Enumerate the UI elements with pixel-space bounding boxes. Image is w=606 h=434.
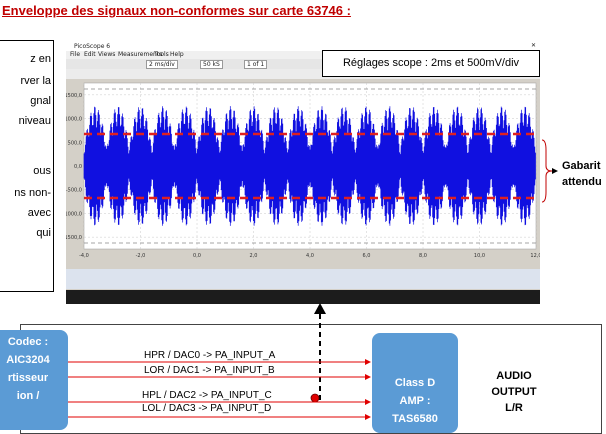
y-tick-label: 0,0 bbox=[74, 164, 82, 170]
gabarit-brace bbox=[541, 139, 558, 203]
codec-block: Codec : AIC3204 rtisseur ion / bbox=[0, 330, 68, 430]
y-tick-label: 1000,0 bbox=[66, 117, 82, 123]
signal-label: HPR / DAC0 -> PA_INPUT_A bbox=[144, 350, 276, 361]
y-tick-label: 500,0 bbox=[68, 140, 82, 146]
close-icon[interactable]: ✕ bbox=[531, 43, 536, 49]
x-tick-label: -2,0 bbox=[136, 253, 146, 259]
left-text-line: ous bbox=[33, 165, 51, 177]
x-tick-label: 6,0 bbox=[363, 253, 371, 259]
y-tick-label: 1500,0 bbox=[66, 93, 82, 99]
x-tick-label: 0,0 bbox=[193, 253, 201, 259]
scope-plot: 1500,0 1000,0 500,0 0,0 -500,0 -1000,0 -1500,0… bbox=[66, 82, 540, 259]
x-tick-label: 8,0 bbox=[419, 253, 427, 259]
audio-line: AUDIO bbox=[496, 370, 532, 382]
x-tick-label: 4,0 bbox=[306, 253, 314, 259]
menu-views[interactable]: Views bbox=[98, 51, 115, 58]
left-text-line: avec bbox=[27, 207, 51, 219]
signal-label: LOR / DAC1 -> PA_INPUT_B bbox=[144, 365, 275, 376]
class-d-amp-block: Class D AMP : TAS6580 bbox=[372, 333, 458, 433]
menu-file[interactable]: File bbox=[70, 51, 80, 58]
samples-select[interactable]: 50 kS bbox=[200, 60, 223, 69]
left-text-line: qui bbox=[36, 227, 51, 239]
audio-line: OUTPUT bbox=[491, 386, 537, 398]
classd-line: TAS6580 bbox=[392, 413, 438, 425]
scope-settings-note: Réglages scope : 2ms et 500mV/div bbox=[322, 50, 540, 77]
y-tick-label: -500,0 bbox=[66, 188, 82, 194]
x-tick-label: -4,0 bbox=[79, 253, 89, 259]
left-text-box: z en rver la gnal niveau ous ns non- ave… bbox=[0, 40, 54, 292]
scope-window-title: PicoScope 6 bbox=[74, 43, 111, 50]
signal-label: HPL / DAC2 -> PA_INPUT_C bbox=[142, 390, 272, 401]
y-tick-label: -1000,0 bbox=[66, 211, 82, 217]
y-tick-label: -1500,0 bbox=[66, 235, 82, 241]
classd-line: Class D bbox=[394, 377, 436, 389]
x-tick-label: 12,0 bbox=[530, 253, 540, 259]
measurements-table bbox=[66, 269, 540, 289]
menu-edit[interactable]: Edit bbox=[84, 51, 96, 58]
left-text-line: gnal bbox=[30, 95, 51, 107]
x-tick-label: 10,0 bbox=[474, 253, 485, 259]
left-text-line: ns non- bbox=[14, 187, 51, 199]
codec-line: AIC3204 bbox=[6, 354, 50, 366]
gabarit-line: Gabarit bbox=[562, 160, 601, 172]
audio-output-label: AUDIO OUTPUT L/R bbox=[484, 368, 544, 416]
menu-tools[interactable]: Tools bbox=[154, 51, 169, 58]
page-title: Enveloppe des signaux non-conformes sur … bbox=[2, 3, 351, 18]
codec-line: ion / bbox=[16, 390, 40, 402]
timebase-select[interactable]: 2 ms/div bbox=[146, 60, 178, 69]
left-text-line: rver la bbox=[20, 75, 51, 87]
codec-line: rtisseur bbox=[7, 372, 49, 384]
classd-line: AMP : bbox=[399, 395, 431, 407]
gabarit-line: attendu bbox=[562, 176, 602, 188]
left-text-line: z en bbox=[30, 53, 51, 65]
left-text-line: niveau bbox=[18, 115, 51, 127]
picoscope-screenshot: PicoScope 6 ✕ File Edit Views Measuremen… bbox=[66, 43, 540, 290]
capture-counter[interactable]: 1 of 1 bbox=[244, 60, 268, 69]
gabarit-label: Gabarit attendu bbox=[562, 158, 602, 190]
audio-line: L/R bbox=[505, 402, 523, 414]
signal-label: LOL / DAC3 -> PA_INPUT_D bbox=[142, 403, 272, 414]
menu-help[interactable]: Help bbox=[170, 51, 184, 58]
windows-taskbar bbox=[66, 290, 540, 304]
x-tick-label: 2,0 bbox=[250, 253, 258, 259]
codec-line: Codec : bbox=[7, 336, 49, 348]
